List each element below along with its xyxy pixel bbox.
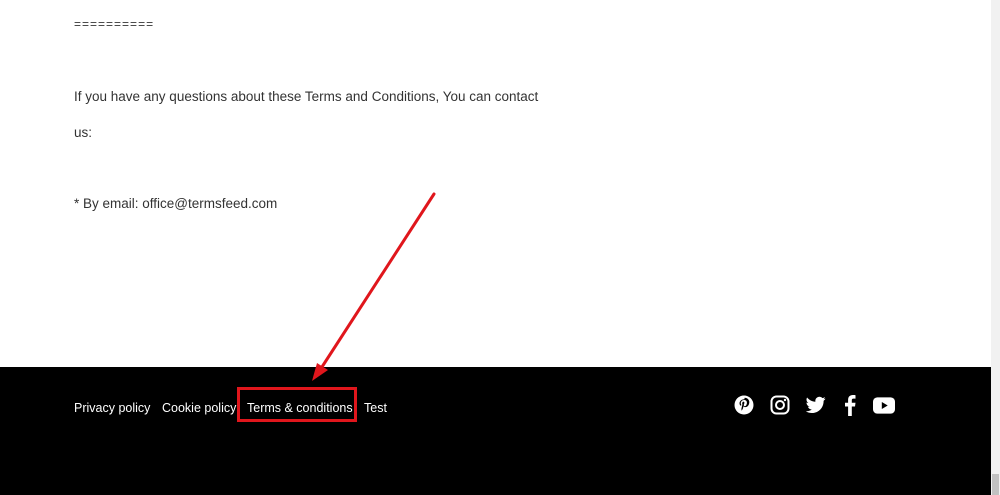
contact-paragraph-line-2: us:	[74, 125, 93, 140]
footer-link-privacy-policy[interactable]: Privacy policy	[74, 398, 150, 418]
page: ========== If you have any questions abo…	[0, 0, 991, 495]
site-footer: Privacy policy Cookie policy Terms & con…	[0, 367, 991, 495]
footer-link-test[interactable]: Test	[364, 398, 387, 418]
section-separator: ==========	[74, 17, 155, 31]
youtube-icon[interactable]	[873, 394, 895, 416]
facebook-icon[interactable]	[839, 394, 861, 416]
contact-paragraph-line-1: If you have any questions about these Te…	[74, 89, 539, 104]
annotation-highlight-box	[237, 387, 357, 422]
contact-email-line: * By email: office@termsfeed.com	[74, 196, 278, 211]
vertical-scrollbar[interactable]	[991, 0, 1000, 495]
twitter-icon[interactable]	[805, 394, 827, 416]
pinterest-icon[interactable]	[733, 394, 755, 416]
instagram-icon[interactable]	[769, 394, 791, 416]
scrollbar-thumb[interactable]	[992, 474, 999, 495]
footer-link-cookie-policy[interactable]: Cookie policy	[162, 398, 236, 418]
